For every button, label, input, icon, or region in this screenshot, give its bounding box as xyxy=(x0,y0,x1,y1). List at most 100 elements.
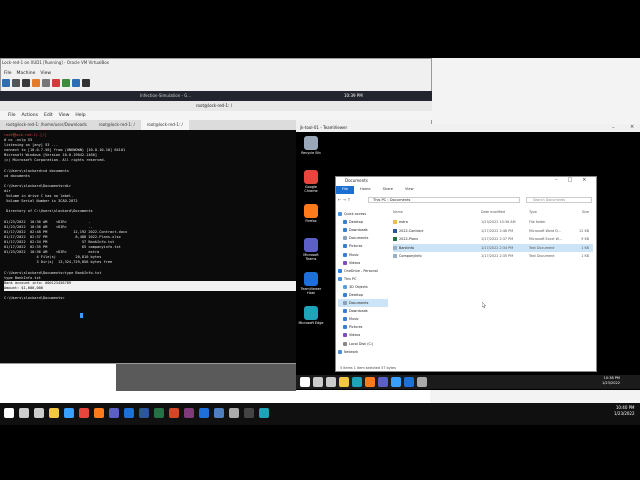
file-row[interactable]: 2022-Plans 1/17/2022 2:37 PM Microsoft Exc… xyxy=(393,235,593,244)
edge-icon[interactable] xyxy=(352,377,362,387)
nav-pane-item[interactable]: Music xyxy=(338,315,388,323)
desktop-shortcut[interactable]: Microsoft Edge xyxy=(298,306,324,325)
task-view-icon[interactable] xyxy=(326,377,336,387)
app-icon[interactable] xyxy=(82,79,90,87)
onenote-icon[interactable] xyxy=(184,408,194,418)
settings-icon[interactable] xyxy=(229,408,239,418)
menu-file[interactable]: File xyxy=(4,71,12,76)
nav-pane-item[interactable]: Videos xyxy=(338,259,388,267)
column-header-type[interactable]: Type xyxy=(529,210,569,214)
column-header-date[interactable]: Date modified xyxy=(481,210,529,214)
desktop-shortcut[interactable]: TeamViewer Host xyxy=(298,272,324,295)
app-icon[interactable] xyxy=(72,79,80,87)
nav-pane-item-label: Pictures xyxy=(349,325,363,330)
powerpoint-icon[interactable] xyxy=(169,408,179,418)
ribbon-tab-file[interactable]: File xyxy=(336,186,355,194)
desktop-shortcut[interactable]: Recycle Bin xyxy=(298,136,324,155)
search-input[interactable]: Search Documents xyxy=(526,197,592,203)
terminal-tab[interactable]: root@lock-red-1: / xyxy=(93,120,141,130)
nav-pane-item[interactable]: OneDrive - Personal xyxy=(338,267,388,275)
files-icon[interactable] xyxy=(12,79,20,87)
terminal-menu-view[interactable]: View xyxy=(59,113,70,118)
terminal-title: root@lock-red-1: / xyxy=(196,103,233,108)
app-icon[interactable] xyxy=(62,79,70,87)
nav-pane-item[interactable]: Pictures xyxy=(338,323,388,331)
desktop-shortcut[interactable]: Google Chrome xyxy=(298,170,324,193)
ribbon-tab-share[interactable]: Share xyxy=(377,186,399,194)
nav-pane-item[interactable]: Network xyxy=(338,348,388,356)
nav-pane-item[interactable]: Documents xyxy=(338,299,388,308)
search-icon[interactable] xyxy=(19,408,29,418)
ribbon-tab-home[interactable]: Home xyxy=(354,186,377,194)
nav-pane-item[interactable]: Videos xyxy=(338,331,388,339)
minimize-icon[interactable]: – xyxy=(555,177,558,183)
menu-view[interactable]: View xyxy=(40,71,51,76)
word-icon[interactable] xyxy=(139,408,149,418)
terminal-menu-help[interactable]: Help xyxy=(75,113,85,118)
file-row[interactable]: extra 1/23/2022 10:36 AM File folder xyxy=(393,218,593,227)
terminal-menu-file[interactable]: File xyxy=(8,113,16,118)
store-icon[interactable] xyxy=(64,408,74,418)
close-icon[interactable]: × xyxy=(582,177,586,183)
file-explorer-icon[interactable] xyxy=(49,408,59,418)
terminal-tab[interactable]: root@lock-red-1: /home/user/Downloads xyxy=(0,120,93,130)
virtualbox-icon[interactable] xyxy=(214,408,224,418)
task-view-icon[interactable] xyxy=(34,408,44,418)
outlook-icon[interactable] xyxy=(124,408,134,418)
firefox-icon[interactable] xyxy=(32,79,40,87)
terminal-icon[interactable] xyxy=(244,408,254,418)
teamviewer-icon[interactable] xyxy=(199,408,209,418)
nav-pane-item[interactable]: Quick access xyxy=(338,210,388,218)
firefox-icon[interactable] xyxy=(365,377,375,387)
chrome-icon[interactable] xyxy=(79,408,89,418)
windows-start-icon[interactable] xyxy=(300,377,310,387)
nav-pane-item[interactable]: Music xyxy=(338,250,388,258)
remote-clock[interactable]: 10:38 PM 1/23/2022 xyxy=(602,376,620,385)
edge-icon[interactable] xyxy=(259,408,269,418)
column-header-name[interactable]: Name xyxy=(393,210,481,214)
windows-start-icon[interactable] xyxy=(4,408,14,418)
column-header-size[interactable]: Size xyxy=(569,210,589,214)
terminal-icon[interactable] xyxy=(22,79,30,87)
teams-icon[interactable] xyxy=(109,408,119,418)
settings-icon[interactable] xyxy=(417,377,427,387)
nav-pane-item[interactable]: Local Disk (C:) xyxy=(338,340,388,348)
desktop-shortcut[interactable]: Firefox xyxy=(298,204,324,223)
nav-pane-item[interactable]: Desktop xyxy=(338,291,388,299)
panel-window-title[interactable]: Infection-Simulation - G... xyxy=(140,93,191,98)
settings-icon[interactable] xyxy=(42,79,50,87)
search-icon[interactable] xyxy=(313,377,323,387)
teams-icon[interactable] xyxy=(378,377,388,387)
close-icon[interactable]: × xyxy=(630,124,634,130)
file-row[interactable]: BankInfo 1/17/2022 2:34 PM Text Document 1 … xyxy=(393,243,593,252)
file-explorer-icon[interactable] xyxy=(339,377,349,387)
nav-pane-item[interactable]: Desktop xyxy=(338,218,388,226)
host-clock[interactable]: 10:40 PM 1/23/2022 xyxy=(614,405,635,417)
teamviewer-icon[interactable] xyxy=(404,377,414,387)
nav-pane-item[interactable]: 3D Objects xyxy=(338,283,388,291)
file-row[interactable]: 2022-Contract 1/17/2022 2:48 PM Microsoft … xyxy=(393,227,593,236)
nav-pane-item[interactable]: Documents xyxy=(338,234,388,242)
nav-pane-item[interactable]: Downloads xyxy=(338,226,388,234)
excel-icon[interactable] xyxy=(154,408,164,418)
maximize-icon[interactable]: □ xyxy=(568,177,573,183)
terminal-menu-actions[interactable]: Actions xyxy=(22,113,38,118)
minimize-icon[interactable]: – xyxy=(612,125,615,131)
nav-pane-item-label: This PC xyxy=(344,276,357,281)
panel-clock[interactable]: 10:39 PM xyxy=(344,93,363,98)
nav-pane-item[interactable]: This PC xyxy=(338,275,388,283)
firefox-icon[interactable] xyxy=(94,408,104,418)
kali-menu-icon[interactable] xyxy=(2,79,10,87)
record-icon[interactable] xyxy=(52,79,60,87)
store-icon[interactable] xyxy=(391,377,401,387)
terminal-tab-active[interactable]: root@lock-red-1: / xyxy=(140,120,189,130)
ribbon-tab-view[interactable]: View xyxy=(399,186,420,194)
desktop-shortcut[interactable]: Microsoft Teams xyxy=(298,238,324,261)
menu-machine[interactable]: Machine xyxy=(17,71,36,76)
terminal-menu-edit[interactable]: Edit xyxy=(44,113,53,118)
nav-pane-item[interactable]: Downloads xyxy=(338,307,388,315)
file-row[interactable]: CompanyInfo 1/17/2022 2:35 PM Text Documen… xyxy=(393,252,593,261)
explorer-nav-buttons[interactable]: ← → ↑ xyxy=(338,197,351,202)
address-bar[interactable]: This PC › Documents xyxy=(368,197,520,203)
nav-pane-item[interactable]: Pictures xyxy=(338,242,388,250)
